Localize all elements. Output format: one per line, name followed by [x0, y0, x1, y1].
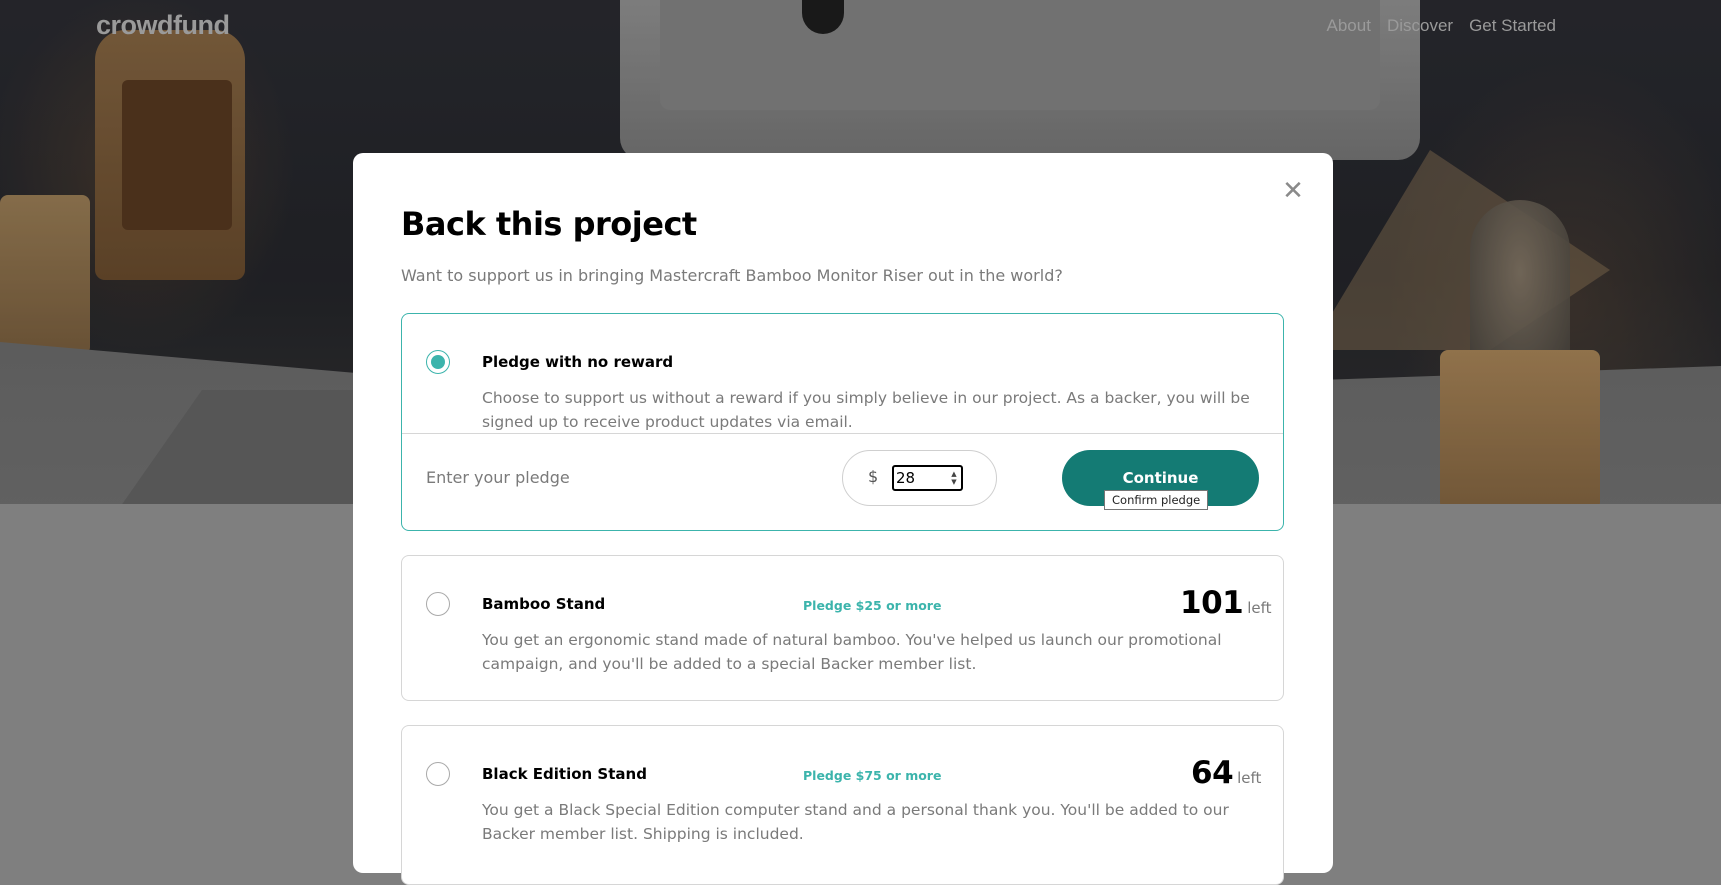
- pledge-desc-no-reward: Choose to support us without a reward if…: [482, 389, 1250, 431]
- pledge-name-black-edition: Black Edition Stand: [482, 765, 647, 783]
- main-nav: About Discover Get Started: [1311, 16, 1557, 36]
- pledge-desc-black-edition: You get a Black Special Edition computer…: [482, 801, 1229, 843]
- remaining-count-black-edition: 64 left: [1191, 755, 1261, 791]
- close-icon[interactable]: ✕: [1281, 178, 1305, 204]
- nav-link-get-started[interactable]: Get Started: [1469, 16, 1556, 36]
- pledge-min-black-edition: Pledge $75 or more: [803, 768, 942, 783]
- remaining-number: 64: [1191, 755, 1234, 791]
- site-header: crowdfund About Discover Get Started: [0, 0, 1721, 60]
- modal-subtitle: Want to support us in bringing Mastercra…: [401, 266, 1063, 285]
- remaining-label: left: [1237, 769, 1262, 787]
- pledge-min-bamboo-stand: Pledge $25 or more: [803, 598, 942, 613]
- pledge-desc-bamboo-stand: You get an ergonomic stand made of natur…: [482, 631, 1222, 673]
- confirm-pledge-tooltip: Confirm pledge: [1104, 490, 1209, 510]
- nav-link-about[interactable]: About: [1327, 16, 1371, 36]
- remaining-number: 101: [1180, 585, 1244, 621]
- modal-title: Back this project: [401, 205, 697, 243]
- radio-bamboo-stand[interactable]: [426, 592, 450, 616]
- nav-link-discover[interactable]: Discover: [1387, 16, 1453, 36]
- pledge-name-no-reward: Pledge with no reward: [482, 353, 674, 371]
- crowdfund-logo[interactable]: crowdfund: [96, 10, 230, 41]
- radio-no-reward[interactable]: [426, 350, 450, 374]
- currency-symbol: $: [868, 467, 879, 486]
- enter-pledge-label: Enter your pledge: [426, 468, 570, 487]
- pledge-divider: [402, 433, 1283, 434]
- remaining-count-bamboo-stand: 101 left: [1180, 585, 1272, 621]
- remaining-label: left: [1247, 599, 1272, 617]
- pledge-name-bamboo-stand: Bamboo Stand: [482, 595, 606, 613]
- radio-black-edition[interactable]: [426, 762, 450, 786]
- number-spinner-icon[interactable]: ▲ ▼: [949, 470, 959, 486]
